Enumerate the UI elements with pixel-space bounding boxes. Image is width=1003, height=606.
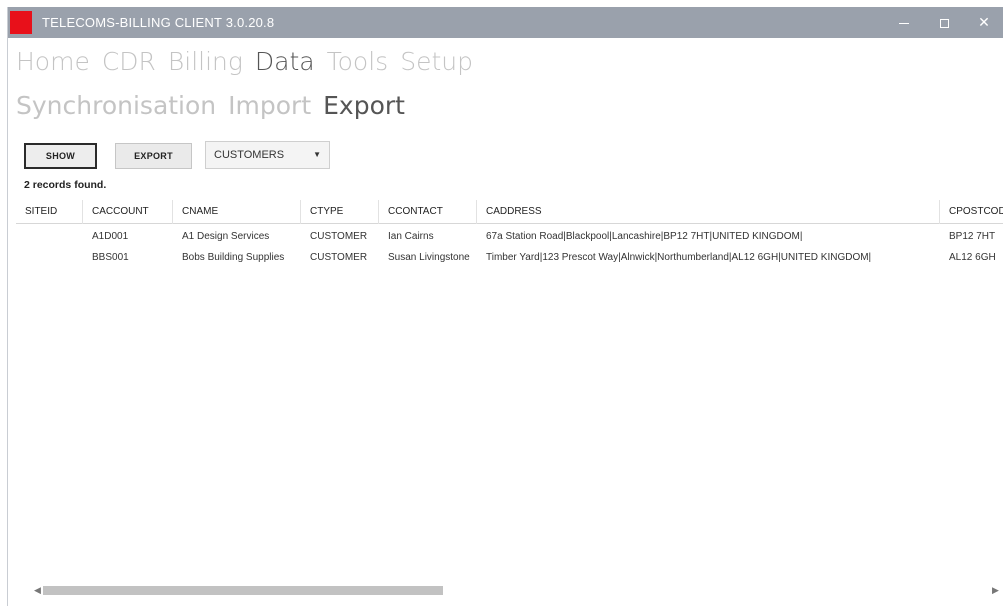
records-count: 2 records found. [24,179,107,191]
menu-item-setup[interactable]: Setup [400,47,473,83]
minimize-button[interactable] [884,7,924,38]
cell-cpostcode: BP12 7HT [949,231,996,242]
menu-item-tools[interactable]: Tools [327,47,389,83]
dataset-select-value: CUSTOMERS [214,149,285,161]
data-grid[interactable]: SITEID CACCOUNT CNAME CTYPE CCONTACT CADDRESS… [16,200,1003,570]
cell-ctype: CUSTOMER [310,231,368,242]
column-header-ccontact[interactable]: CCONTACT [379,200,477,224]
column-header-cpostcode[interactable]: CPOSTCODE [940,200,1003,224]
menu-item-data[interactable]: Data [255,47,315,83]
app-window: TELECOMS-BILLING CLIENT 3.0.20.8 ✕ Home C… [7,7,1003,606]
menu-item-billing[interactable]: Billing [168,47,243,83]
minimize-icon [899,22,909,24]
cell-caccount: A1D001 [92,231,129,242]
submenu-item-import[interactable]: Import [228,91,311,127]
cell-caccount: BBS001 [92,252,129,263]
chevron-down-icon: ▼ [313,150,321,159]
menu-item-cdr[interactable]: CDR [102,47,156,83]
close-icon: ✕ [978,14,990,30]
table-row[interactable]: A1D001 A1 Design Services CUSTOMER Ian Cair… [16,226,1003,247]
cell-cname: A1 Design Services [182,231,270,242]
cell-ccontact: Ian Cairns [388,231,434,242]
scroll-right-arrow-icon[interactable]: ▶ [992,585,999,596]
cell-siteid [16,247,83,268]
close-button[interactable]: ✕ [964,7,1003,38]
menu-item-home[interactable]: Home [16,47,90,83]
export-button[interactable]: EXPORT [115,143,192,169]
cell-ctype: CUSTOMER [310,252,368,263]
sub-menu: Synchronisation Import Export [16,91,405,127]
cell-cname: Bobs Building Supplies [182,252,285,263]
window-title: TELECOMS-BILLING CLIENT 3.0.20.8 [42,15,275,30]
column-header-ctype[interactable]: CTYPE [301,200,379,224]
column-header-cname[interactable]: CNAME [173,200,301,224]
maximize-icon [939,18,949,28]
app-logo-icon [10,11,32,34]
show-button[interactable]: SHOW [24,143,97,169]
column-header-caccount[interactable]: CACCOUNT [83,200,173,224]
submenu-item-export[interactable]: Export [323,91,405,127]
title-bar[interactable]: TELECOMS-BILLING CLIENT 3.0.20.8 ✕ [8,7,1003,38]
cell-ccontact: Susan Livingstone [388,252,470,263]
column-header-siteid[interactable]: SITEID [16,200,83,224]
scrollbar-thumb[interactable] [43,586,443,595]
main-menu: Home CDR Billing Data Tools Setup [16,47,473,83]
cell-cpostcode: AL12 6GH [949,252,996,263]
cell-siteid [16,226,83,247]
submenu-item-synchronisation[interactable]: Synchronisation [16,91,216,127]
cell-caddress: Timber Yard|123 Prescot Way|Alnwick|Nort… [486,252,872,263]
horizontal-scrollbar[interactable]: ◀ ▶ [16,582,1003,600]
table-row[interactable]: BBS001 Bobs Building Supplies CUSTOMER Susa… [16,247,1003,268]
grid-header: SITEID CACCOUNT CNAME CTYPE CCONTACT CADDRESS… [16,200,1003,224]
column-header-caddress[interactable]: CADDRESS [477,200,940,224]
dataset-select[interactable]: CUSTOMERS ▼ [205,141,330,169]
maximize-button[interactable] [924,7,964,38]
scroll-left-arrow-icon[interactable]: ◀ [34,585,41,596]
cell-caddress: 67a Station Road|Blackpool|Lancashire|BP… [486,231,803,242]
